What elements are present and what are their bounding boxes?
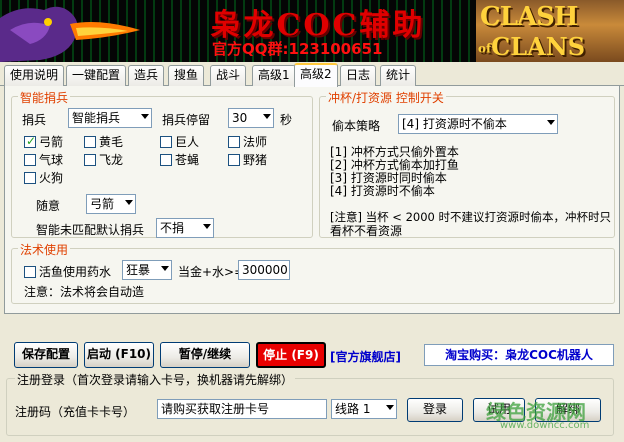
chevron-down-icon: [125, 200, 133, 205]
smart-donate-title: 智能捐兵: [18, 89, 71, 106]
random-label: 随意: [36, 199, 61, 213]
logo-clans-text: ofCLANS: [478, 32, 585, 61]
stay-seconds-select[interactable]: 30: [228, 108, 274, 128]
checkbox-icon: [24, 171, 36, 184]
troop-archer-checkbox[interactable]: 弓箭: [24, 133, 63, 150]
troop-label: 黄毛: [99, 135, 124, 149]
default-donate-value: 不捐: [160, 221, 185, 235]
dragon-icon: [0, 6, 140, 62]
strategy-label: 偷本策略: [332, 119, 381, 133]
login-button[interactable]: 登录: [407, 398, 463, 422]
spell-note: 注意：法术将会自动造: [24, 285, 145, 299]
default-donate-label: 智能未匹配默认捐兵: [36, 223, 145, 237]
checkbox-icon: [228, 153, 240, 166]
checkbox-icon: [160, 153, 172, 166]
logo-clash-text: CLASH: [480, 2, 578, 32]
tab-battle[interactable]: 战斗: [210, 65, 247, 86]
save-config-button[interactable]: 保存配置: [14, 342, 78, 368]
chevron-down-icon: [547, 120, 555, 125]
potion-type-select[interactable]: 狂暴: [122, 260, 172, 280]
banner: 枭龙COC辅助 官方QQ群:123100651 CLASH ofCLANS: [0, 0, 624, 62]
strategy-note-line-2: 看杯不看资源: [330, 224, 403, 238]
troop-label: 气球: [39, 153, 64, 167]
troop-label: 弓箭: [39, 135, 64, 149]
stay-unit: 秒: [280, 113, 293, 127]
checkbox-icon: [24, 265, 36, 278]
troop-label: 巨人: [175, 135, 200, 149]
donate-mode-value: 智能捐兵: [72, 111, 121, 125]
checkbox-icon: [160, 135, 172, 148]
troop-lava-hound-checkbox[interactable]: 火狗: [24, 169, 63, 186]
qq-group-text: 官方QQ群:123100651: [212, 40, 383, 58]
checkbox-icon: [228, 135, 240, 148]
troop-barbarian-checkbox[interactable]: 黄毛: [84, 133, 123, 150]
smart-donate-group: 智能捐兵 捐兵 智能捐兵 捐兵停留 30 秒 弓箭 黄毛 巨人 法师: [11, 89, 313, 238]
tab-one-click-config[interactable]: 一键配置: [66, 65, 127, 86]
trophy-resource-title: 冲杯/打资源 控制开关: [326, 89, 446, 106]
logo-clans-word: CLANS: [491, 32, 586, 61]
tab-search[interactable]: 搜鱼: [168, 65, 205, 86]
tab-train-troops[interactable]: 造兵: [128, 65, 165, 86]
random-troop-select[interactable]: 弓箭: [86, 194, 136, 214]
server-line-value: 线路 1: [335, 402, 371, 416]
trophy-resource-group: 冲杯/打资源 控制开关 偷本策略 [4] 打资源时不偷本 [1] 冲杯方式只偷外…: [319, 89, 615, 238]
donate-label: 捐兵: [22, 113, 47, 127]
tab-advanced-1[interactable]: 高级1: [252, 65, 296, 86]
troop-label: 苍蝇: [175, 153, 200, 167]
troop-giant-checkbox[interactable]: 巨人: [160, 133, 199, 150]
checkbox-checked-icon: [24, 134, 36, 148]
official-store-link[interactable]: [官方旗舰店]: [330, 348, 401, 365]
tab-instructions[interactable]: 使用说明: [4, 65, 65, 86]
strategy-option-4: [4] 打资源时不偷本: [330, 184, 435, 198]
clash-of-clans-logo: CLASH ofCLANS: [476, 0, 624, 62]
register-code-label: 注册码（充值卡卡号）: [15, 405, 136, 419]
tab-stats[interactable]: 统计: [380, 65, 417, 86]
troop-minion-checkbox[interactable]: 苍蝇: [160, 151, 199, 168]
potion-label: 活鱼使用药水: [39, 265, 112, 279]
chevron-down-icon: [203, 224, 211, 229]
taobao-buy-link[interactable]: 淘宝购买：枭龙COC机器人: [424, 344, 614, 366]
stay-label: 捐兵停留: [162, 113, 211, 127]
troop-wizard-checkbox[interactable]: 法师: [228, 133, 267, 150]
troop-balloon-checkbox[interactable]: 气球: [24, 151, 63, 168]
troop-dragon-checkbox[interactable]: 飞龙: [84, 151, 123, 168]
spell-group: 法术使用 活鱼使用药水 狂暴 当金+水>= 300000 注意：法术将会自动造: [11, 241, 615, 304]
checkbox-icon: [84, 153, 96, 166]
steal-strategy-select[interactable]: [4] 打资源时不偷本: [398, 114, 558, 134]
troop-label: 火狗: [39, 171, 64, 185]
tab-advanced-2[interactable]: 高级2: [294, 63, 338, 87]
steal-strategy-value: [4] 打资源时不偷本: [402, 117, 507, 131]
troop-label: 野猪: [243, 153, 268, 167]
default-donate-select[interactable]: 不捐: [156, 218, 214, 238]
register-code-input[interactable]: 请购买获取注册卡号: [157, 399, 327, 419]
checkbox-icon: [24, 153, 36, 166]
chevron-down-icon: [263, 114, 271, 119]
pause-resume-button[interactable]: 暂停/继续: [160, 342, 250, 368]
server-line-select[interactable]: 线路 1: [331, 399, 397, 419]
troop-hog-rider-checkbox[interactable]: 野猪: [228, 151, 267, 168]
stay-seconds-value: 30: [232, 111, 248, 125]
threshold-label: 当金+水>=: [178, 265, 245, 279]
register-title: 注册登录（首次登录请输入卡号，换机器请先解绑）: [15, 371, 296, 388]
chevron-down-icon: [161, 266, 169, 271]
chevron-down-icon: [141, 114, 149, 119]
potion-checkbox[interactable]: 活鱼使用药水: [24, 263, 111, 280]
logo-of-text: of: [478, 41, 492, 56]
stop-button[interactable]: 停止 (F9): [256, 342, 326, 368]
threshold-input[interactable]: 300000: [238, 260, 290, 280]
troop-label: 飞龙: [99, 153, 124, 167]
troop-label: 法师: [243, 135, 268, 149]
tab-panel-advanced-2: 智能捐兵 捐兵 智能捐兵 捐兵停留 30 秒 弓箭 黄毛 巨人 法师: [4, 86, 620, 314]
chevron-down-icon: [386, 405, 394, 410]
start-button[interactable]: 启动 (F10): [84, 342, 154, 368]
checkbox-icon: [84, 135, 96, 148]
watermark-url: www.downcc.com: [500, 420, 590, 431]
spell-title: 法术使用: [18, 241, 71, 258]
potion-type-value: 狂暴: [126, 263, 151, 277]
donate-mode-select[interactable]: 智能捐兵: [68, 108, 152, 128]
tab-bar: 使用说明 一键配置 造兵 搜鱼 战斗 高级1 高级2 日志 统计: [0, 62, 624, 87]
tab-log[interactable]: 日志: [340, 65, 377, 86]
random-troop-value: 弓箭: [90, 197, 115, 211]
